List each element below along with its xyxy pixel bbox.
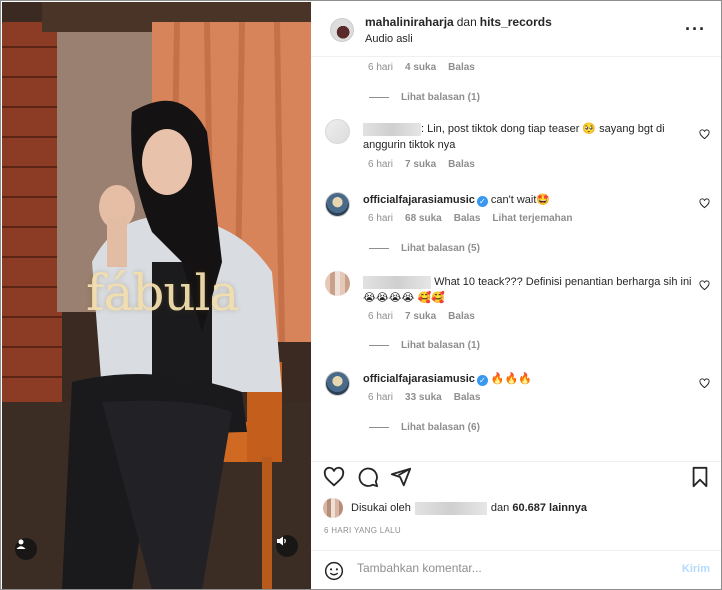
likes-prefix: Disukai oleh <box>351 502 411 514</box>
liker-avatar[interactable] <box>323 498 343 518</box>
view-replies-button[interactable]: Lihat balasan (1) <box>369 340 480 351</box>
post-video[interactable]: fábula <box>2 2 311 589</box>
comment-likes[interactable]: 7 suka <box>405 159 436 170</box>
comment-text: can't wait🤩 <box>490 194 551 206</box>
comment-meta: 6 hari 7 suka Balas <box>368 159 475 170</box>
comment-body: officialfajarasiamusic ✓ can't wait🤩 <box>363 192 693 208</box>
likes-and: dan <box>490 502 510 514</box>
comment-text: 🔥🔥🔥 <box>490 373 532 385</box>
verified-badge-icon: ✓ <box>476 375 488 386</box>
view-replies-label: Lihat balasan (1) <box>401 340 480 351</box>
comments-list[interactable]: 6 hari 4 suka Balas Lihat balasan (1) : … <box>311 58 721 461</box>
like-comment-heart-icon[interactable] <box>699 280 710 291</box>
view-replies-button[interactable]: Lihat balasan (5) <box>369 243 480 254</box>
comment-input[interactable] <box>357 561 657 575</box>
redacted-liker-name[interactable] <box>414 501 487 515</box>
comment-time: 6 hari <box>368 392 394 403</box>
view-replies-label: Lihat balasan (5) <box>401 243 480 254</box>
comment-bubble-icon[interactable] <box>357 466 379 488</box>
comment-time: 6 hari <box>368 62 394 73</box>
view-replies-label: Lihat balasan (1) <box>401 92 480 103</box>
commenter-username[interactable]: officialfajarasiamusic <box>363 373 475 385</box>
author-link-primary[interactable]: mahaliniraharja <box>365 15 454 29</box>
comment-time: 6 hari <box>368 213 394 224</box>
comment-meta: 6 hari 7 suka Balas <box>368 311 475 322</box>
authors-joiner: dan <box>456 15 477 29</box>
commenter-avatar[interactable] <box>325 192 350 217</box>
reply-button[interactable]: Balas <box>448 159 475 170</box>
comment-body: : Lin, post tiktok dong tiap teaser 🥺 sa… <box>363 121 693 153</box>
post-actions: Disukai oleh dan 60.687 lainnya 6 HARI Y… <box>311 461 721 589</box>
view-replies-button[interactable]: Lihat balasan (6) <box>369 422 480 433</box>
reply-button[interactable]: Balas <box>454 392 481 403</box>
post-comment-button[interactable]: Kirim <box>682 563 710 575</box>
post-authors: mahaliniraharja dan hits_records <box>365 15 552 29</box>
commenter-avatar[interactable] <box>325 119 350 144</box>
comment-body: What 10 teack??? Definisi penantian berh… <box>363 274 693 306</box>
more-options-icon[interactable]: ··· <box>685 19 706 40</box>
comment-meta: 6 hari 33 suka Balas <box>368 392 480 403</box>
speaker-icon <box>277 536 286 546</box>
video-title-overlay: fábula <box>86 264 239 322</box>
emoji-icon[interactable] <box>324 561 344 581</box>
comment-likes[interactable]: 68 suka <box>405 213 442 224</box>
comment-likes[interactable]: 7 suka <box>405 311 436 322</box>
comment-time: 6 hari <box>368 159 394 170</box>
like-heart-icon[interactable] <box>323 466 345 488</box>
comment-meta: 6 hari 4 suka Balas <box>368 62 475 73</box>
commenter-username[interactable]: officialfajarasiamusic <box>363 194 475 206</box>
comment-likes[interactable]: 33 suka <box>405 392 442 403</box>
like-comment-heart-icon[interactable] <box>699 129 710 140</box>
likes-count[interactable]: 60.687 lainnya <box>512 502 587 514</box>
comment-likes[interactable]: 4 suka <box>405 62 436 73</box>
author-avatar[interactable] <box>330 18 354 42</box>
share-paper-plane-icon[interactable] <box>390 466 412 488</box>
author-link-secondary[interactable]: hits_records <box>480 15 552 29</box>
redacted-username[interactable] <box>363 122 421 136</box>
likes-summary: Disukai oleh dan 60.687 lainnya <box>323 498 587 518</box>
comment-body: officialfajarasiamusic ✓ 🔥🔥🔥 <box>363 371 693 387</box>
reply-button[interactable]: Balas <box>448 311 475 322</box>
post-sidebar: mahaliniraharja dan hits_records Audio asl… <box>311 2 721 589</box>
like-comment-heart-icon[interactable] <box>699 378 710 389</box>
reply-button[interactable]: Balas <box>454 213 481 224</box>
view-replies-button[interactable]: Lihat balasan (1) <box>369 92 480 103</box>
translate-button[interactable]: Lihat terjemahan <box>492 213 572 224</box>
audio-toggle-button[interactable] <box>276 535 298 557</box>
comment-meta: 6 hari 68 suka Balas Lihat terjemahan <box>368 213 572 224</box>
post-header: mahaliniraharja dan hits_records Audio asl… <box>311 2 721 57</box>
commenter-avatar[interactable] <box>325 271 350 296</box>
verified-badge-icon: ✓ <box>476 196 488 207</box>
reply-button[interactable]: Balas <box>448 62 475 73</box>
add-comment-bar: Kirim <box>311 550 721 589</box>
user-icon <box>16 539 26 549</box>
like-comment-heart-icon[interactable] <box>699 198 710 209</box>
view-replies-label: Lihat balasan (6) <box>401 422 480 433</box>
comment-time: 6 hari <box>368 311 394 322</box>
post-timestamp[interactable]: 6 HARI YANG LALU <box>324 526 401 535</box>
redacted-username[interactable] <box>363 275 431 289</box>
tagged-users-button[interactable] <box>15 538 37 560</box>
commenter-avatar[interactable] <box>325 371 350 396</box>
audio-label[interactable]: Audio asli <box>365 33 413 45</box>
post-dialog: fábula mahaliniraharja dan hits_records Au… <box>0 0 722 590</box>
save-bookmark-icon[interactable] <box>690 466 710 488</box>
